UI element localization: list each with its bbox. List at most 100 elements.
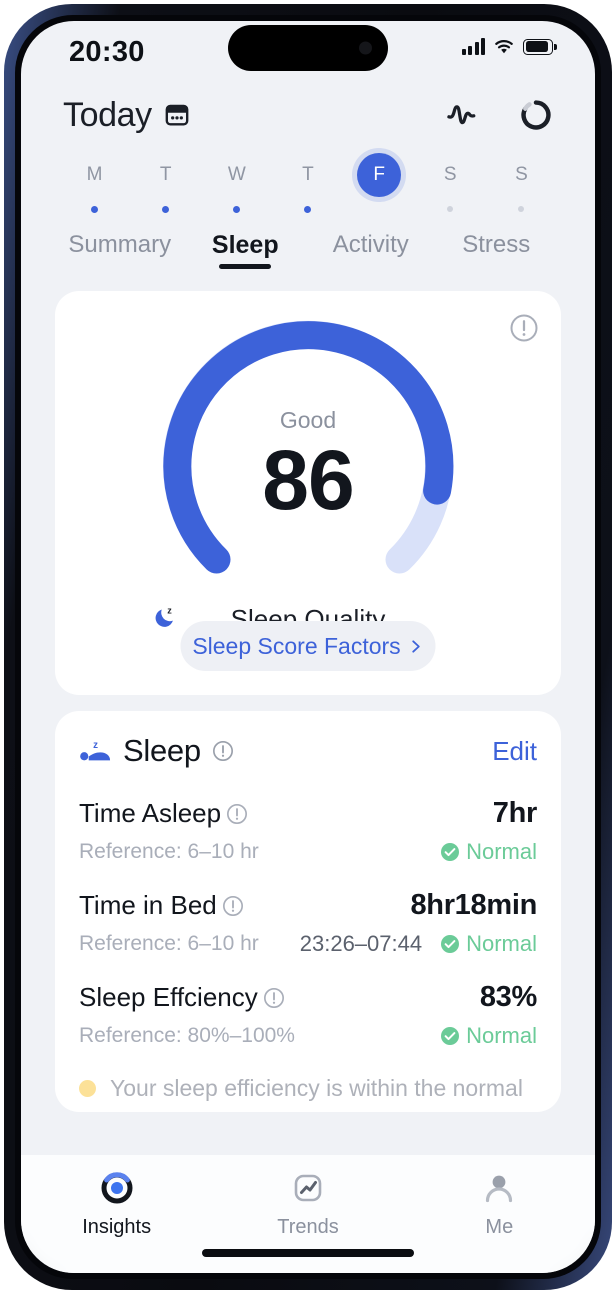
day-data-dot	[447, 206, 454, 212]
tab-sleep[interactable]: Sleep	[183, 231, 309, 269]
metric-row: Time Asleep 7hr	[79, 797, 537, 830]
sleep-score-gauge: Good 86 z Sleep Quality	[153, 313, 463, 634]
metric-time-in-bed[interactable]: Time in Bed 8hr18min Reference: 6–10 hr …	[79, 865, 537, 957]
metric-name-wrap: Sleep Effciency	[79, 982, 285, 1013]
day-letter: T	[159, 164, 172, 185]
status-badge: 23:26–07:44 Normal	[300, 931, 537, 957]
metric-reference: Reference: 6–10 hr	[79, 840, 259, 863]
status-indicators	[461, 38, 557, 55]
info-circle-icon[interactable]	[226, 803, 248, 825]
scroll-content: Good 86 z Sleep Quality Sleep Score Fact…	[21, 269, 595, 1112]
edit-button[interactable]: Edit	[492, 736, 537, 767]
day-letter: S	[515, 164, 528, 185]
nav-label: Trends	[277, 1216, 339, 1238]
tab-summary[interactable]: Summary	[57, 231, 183, 269]
svg-text:z: z	[167, 605, 172, 615]
metric-value: 8hr18min	[410, 889, 537, 921]
day-data-dot	[518, 206, 525, 212]
nav-item-trends[interactable]: Trends	[212, 1169, 403, 1239]
header-actions	[445, 98, 553, 132]
day-data-dot	[162, 206, 170, 213]
sleep-detail-header: z Sleep Edit	[79, 733, 537, 773]
day-letter: S	[443, 164, 457, 185]
home-indicator[interactable]	[202, 1249, 414, 1257]
metric-sub: Reference: 6–10 hr Normal	[79, 839, 537, 865]
front-camera-lens	[359, 41, 372, 55]
status-badge: Normal	[440, 839, 537, 865]
page-title: Today	[63, 95, 152, 134]
metric-time-range: 23:26–07:44	[299, 931, 423, 956]
metric-name: Sleep Effciency	[79, 982, 258, 1012]
tab-stress[interactable]: Stress	[434, 231, 560, 269]
metric-reference: Reference: 80%–100%	[79, 1024, 295, 1047]
nav-item-insights[interactable]: Insights	[21, 1169, 212, 1239]
score-value: 86	[262, 433, 354, 528]
day-item-1[interactable]: T	[130, 153, 201, 213]
info-circle-icon[interactable]	[212, 740, 234, 762]
sleep-detail-title: Sleep	[123, 733, 201, 768]
metric-name-wrap: Time Asleep	[79, 798, 248, 829]
metric-sleep-efficiency[interactable]: Sleep Effciency 83% Reference: 80%–100%	[79, 957, 537, 1049]
day-data-dot	[304, 206, 312, 213]
nav-label: Me	[485, 1216, 514, 1238]
wifi-icon	[495, 40, 513, 54]
day-item-2[interactable]: W	[201, 153, 272, 213]
insight-bullet-dot	[79, 1080, 96, 1097]
metric-reference: Reference: 6–10 hr	[79, 932, 259, 955]
nav-item-me[interactable]: Me	[404, 1169, 595, 1239]
sync-ring-icon[interactable]	[519, 98, 553, 132]
metric-sub: Reference: 6–10 hr 23:26–07:44 Normal	[79, 931, 537, 957]
metric-row: Sleep Effciency 83%	[79, 981, 537, 1014]
info-circle-icon[interactable]	[509, 313, 539, 343]
day-data-dot	[91, 206, 99, 213]
title-group[interactable]: Today	[63, 96, 190, 135]
bed-sleep-icon: z	[80, 740, 111, 761]
sleep-insight-row: Your sleep efficiency is within the norm…	[79, 1075, 537, 1102]
trends-chart-icon	[294, 1174, 322, 1202]
section-tabs: Summary Sleep Activity Stress	[21, 217, 595, 269]
day-item-4-selected[interactable]: F	[344, 153, 415, 213]
status-text: Normal	[466, 839, 537, 864]
day-item-5[interactable]: S	[415, 153, 486, 213]
dynamic-island	[228, 25, 388, 71]
day-item-0[interactable]: M	[59, 153, 130, 213]
metric-row: Time in Bed 8hr18min	[79, 889, 537, 922]
gauge-center-readout: Good 86	[153, 313, 463, 623]
week-strip: M T W T F S S	[21, 141, 595, 217]
app-header: Today	[21, 83, 595, 141]
status-badge: Normal	[440, 1023, 537, 1049]
sleep-score-factors-label: Sleep Score Factors	[192, 632, 401, 659]
person-icon	[486, 1175, 513, 1203]
battery-icon	[523, 38, 557, 55]
metric-value: 83%	[479, 981, 537, 1013]
insights-ring-icon	[101, 1172, 133, 1204]
calendar-icon[interactable]	[164, 102, 190, 128]
status-time: 20:30	[69, 36, 145, 68]
nav-label: Insights	[82, 1216, 152, 1238]
day-data-dot	[376, 206, 383, 213]
metric-sub: Reference: 80%–100% Normal	[79, 1023, 537, 1049]
score-rating: Good	[279, 407, 337, 434]
sleep-score-factors-button[interactable]: Sleep Score Factors	[180, 621, 436, 671]
status-text: Normal	[466, 931, 537, 956]
info-circle-icon[interactable]	[263, 987, 285, 1009]
day-item-6[interactable]: S	[486, 153, 557, 213]
day-item-3[interactable]: T	[272, 153, 343, 213]
day-letter: F	[357, 153, 402, 197]
metric-name: Time in Bed	[79, 890, 217, 920]
day-letter: T	[302, 164, 314, 185]
heartbeat-icon[interactable]	[445, 98, 479, 132]
svg-text:z: z	[93, 740, 98, 751]
metric-value: 7hr	[492, 797, 538, 829]
status-bar: 20:30	[21, 21, 595, 83]
status-text: Normal	[466, 1023, 537, 1048]
tab-activity[interactable]: Activity	[308, 231, 434, 269]
info-circle-icon[interactable]	[222, 895, 244, 917]
metric-time-asleep[interactable]: Time Asleep 7hr Reference: 6–10 hr Norma…	[79, 773, 537, 865]
sleep-detail-card: z Sleep Edit Time Asleep 7hr Reference: …	[55, 711, 561, 1112]
check-circle-icon	[441, 843, 460, 861]
insight-text: Your sleep efficiency is within the norm…	[110, 1075, 523, 1101]
cellular-bars-icon	[461, 38, 485, 55]
chevron-right-icon	[412, 639, 420, 653]
day-letter: M	[86, 164, 103, 185]
